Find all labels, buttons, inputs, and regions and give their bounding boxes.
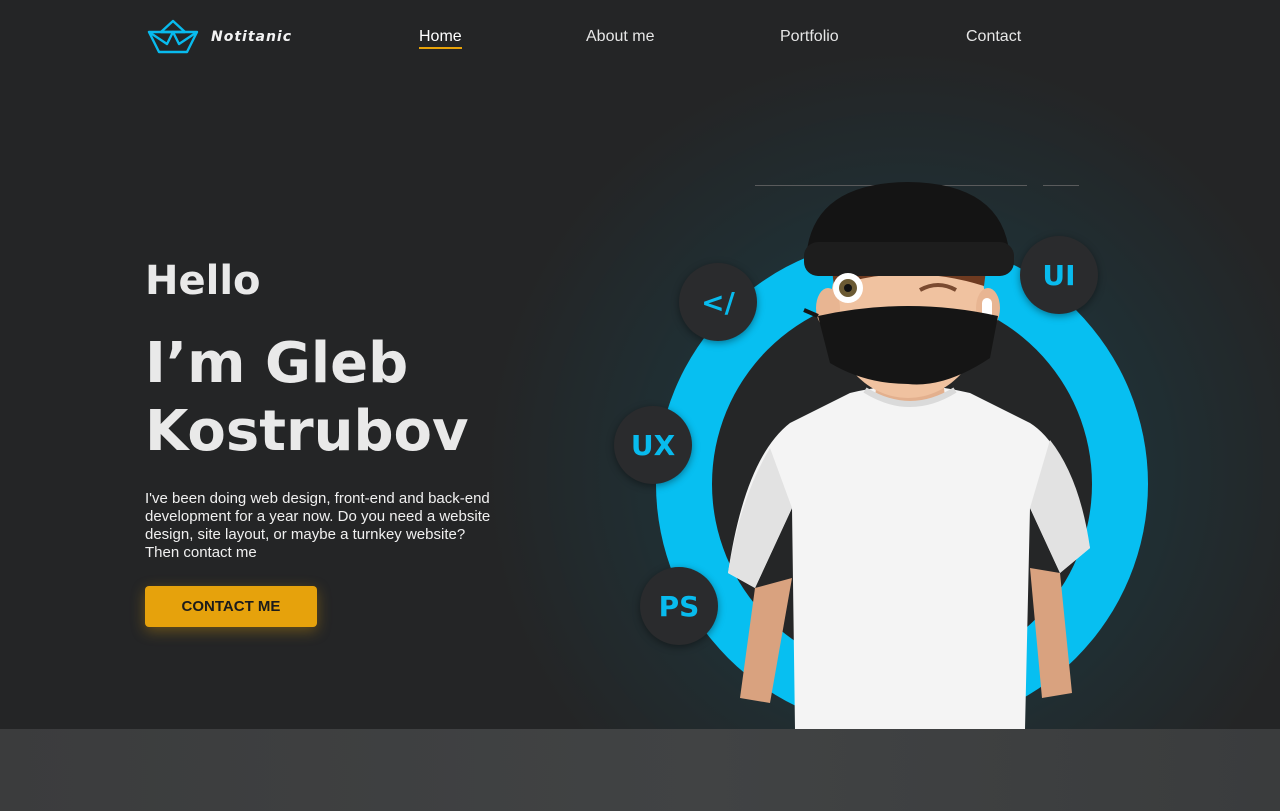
hero-section: Notitanic Home About me Portfolio Contac… (0, 0, 1280, 729)
logo-text: Notitanic (211, 29, 293, 45)
name-line-2: Kostrubov (145, 399, 469, 464)
ui-badge: UI (1020, 236, 1098, 314)
ux-badge: UX (614, 406, 692, 484)
logo[interactable]: Notitanic (147, 18, 292, 56)
paper-boat-icon (147, 19, 199, 54)
next-section-band (0, 729, 1280, 811)
nav-contact[interactable]: Contact (966, 28, 1021, 46)
greeting: Hello (145, 258, 261, 304)
nav-portfolio[interactable]: Portfolio (780, 28, 839, 46)
contact-me-button[interactable]: CONTACT ME (145, 586, 317, 627)
nav-about[interactable]: About me (586, 28, 654, 46)
page-title: I’m Gleb Kostrubov (145, 330, 565, 466)
nav-home[interactable]: Home (419, 28, 462, 49)
code-badge: </ (679, 263, 757, 341)
ps-badge: PS (640, 567, 718, 645)
name-line-1: I’m Gleb (145, 331, 409, 396)
hero-description: I've been doing web design, front-end an… (145, 490, 491, 561)
